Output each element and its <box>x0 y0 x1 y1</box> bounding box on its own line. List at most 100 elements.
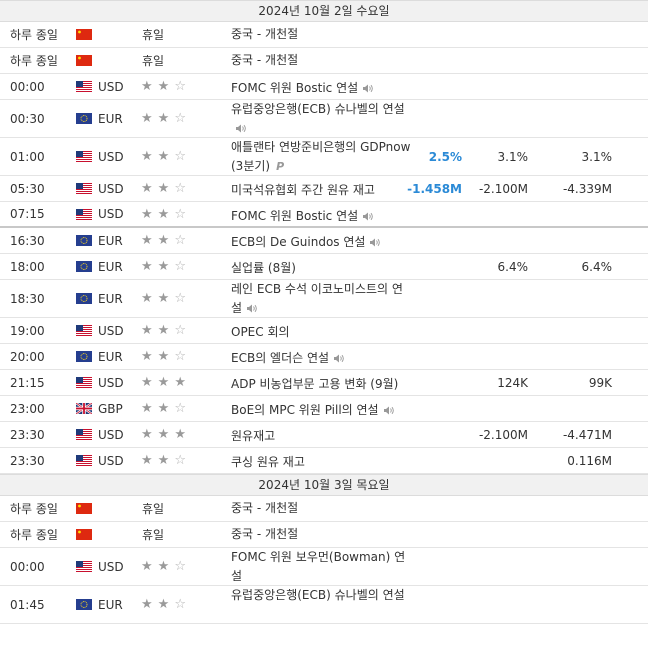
eu-flag-icon <box>76 254 94 279</box>
event-name[interactable]: 중국 - 개천절 <box>231 48 411 73</box>
us-flag-icon <box>76 318 94 343</box>
importance-stars: ★ ★ ☆ <box>141 176 211 201</box>
event-title[interactable]: 미국석유협회 주간 원유 재고 <box>231 183 375 197</box>
event-title[interactable]: BoE의 MPC 위원 Pill의 연설 <box>231 403 394 417</box>
event-title[interactable]: ECB의 엘더슨 연설 <box>231 351 344 365</box>
event-row[interactable]: 18:00 EUR ★ ★ ☆ 실업률 (8월) 6.4% 6.4% <box>0 254 648 280</box>
star-filled-icon: ★ <box>141 111 153 126</box>
star-filled-icon: ★ <box>157 181 170 196</box>
event-name[interactable]: ADP 비농업부문 고용 변화 (9월) <box>231 370 411 395</box>
holiday-label: 휴일 <box>142 528 165 542</box>
event-row[interactable]: 00:00 USD ★ ★ ☆ FOMC 위원 Bostic 연설 <box>0 74 648 100</box>
event-row[interactable]: 23:30 USD ★ ★ ★ 원유재고 -2.100M -4.471M <box>0 422 648 448</box>
event-row[interactable]: 16:30 EUR ★ ★ ☆ ECB의 De Guindos 연설 <box>0 228 648 254</box>
actual-value: -1.458M <box>407 181 462 196</box>
holiday-row[interactable]: 하루 종일 휴일 중국 - 개천절 <box>0 48 648 74</box>
event-name[interactable]: ECB의 De Guindos 연설 <box>231 228 411 253</box>
event-row[interactable]: 20:00 EUR ★ ★ ☆ ECB의 엘더슨 연설 <box>0 344 648 370</box>
event-title[interactable]: 쿠싱 원유 재고 <box>231 455 305 469</box>
holiday-row[interactable]: 하루 종일 휴일 중국 - 개천절 <box>0 22 648 48</box>
holiday-row[interactable]: 하루 종일 휴일 중국 - 개천절 <box>0 496 648 522</box>
forecast-value: -2.100M <box>478 181 528 196</box>
importance-stars: ★ ★ ☆ <box>141 448 211 473</box>
holiday-row[interactable]: 하루 종일 휴일 중국 - 개천절 <box>0 522 648 548</box>
event-row[interactable]: 07:15 USD ★ ★ ☆ FOMC 위원 Bostic 연설 <box>0 202 648 228</box>
previous-value <box>540 74 612 99</box>
event-time: 00:30 <box>10 111 45 126</box>
event-name[interactable]: 미국석유협회 주간 원유 재고 <box>231 176 411 201</box>
event-title[interactable]: 유럽중앙은행(ECB) 슈나벨의 연설 <box>231 102 405 135</box>
importance-stars: ★ ★ ☆ <box>141 586 211 623</box>
event-name[interactable]: ECB의 엘더슨 연설 <box>231 344 411 369</box>
forecast-value: 124K <box>497 375 528 390</box>
event-name[interactable]: 실업률 (8월) <box>231 254 411 279</box>
previous-value: 0.116M <box>567 453 612 468</box>
event-name[interactable]: 중국 - 개천절 <box>231 522 411 547</box>
event-row[interactable]: 01:00 USD ★ ★ ☆ 애틀랜타 연방준비은행의 GDPnow (3분기) P 2.5… <box>0 138 648 176</box>
star-filled-icon: ★ <box>157 149 170 164</box>
event-name[interactable]: 유럽중앙은행(ECB) 슈나벨의 연설 <box>231 586 411 623</box>
event-row[interactable]: 23:30 USD ★ ★ ☆ 쿠싱 원유 재고 0.116M <box>0 448 648 474</box>
star-filled-icon: ★ <box>141 259 153 274</box>
importance-stars: ★ ★ ☆ <box>141 548 211 585</box>
star-empty-icon: ☆ <box>174 453 186 468</box>
star-filled-icon: ★ <box>141 149 153 164</box>
event-name[interactable]: FOMC 위원 Bostic 연설 <box>231 74 411 99</box>
event-row[interactable]: 21:15 USD ★ ★ ★ ADP 비농업부문 고용 변화 (9월) 124K 99K <box>0 370 648 396</box>
event-name[interactable]: FOMC 위원 Bostic 연설 <box>231 202 411 226</box>
event-row[interactable]: 18:30 EUR ★ ★ ☆ 레인 ECB 수석 이코노미스트의 연설 <box>0 280 648 318</box>
event-title[interactable]: 애틀랜타 연방준비은행의 GDPnow (3분기) P <box>231 140 410 173</box>
forecast-value: 3.1% <box>497 149 529 164</box>
event-name[interactable]: 유럽중앙은행(ECB) 슈나벨의 연설 <box>231 100 411 137</box>
eu-flag-icon <box>76 344 94 369</box>
event-row[interactable]: 01:45 EUR ★ ★ ☆ 유럽중앙은행(ECB) 슈나벨의 연설 <box>0 586 648 624</box>
event-row[interactable]: 00:00 USD ★ ★ ☆ FOMC 위원 보우먼(Bowman) 연설 <box>0 548 648 586</box>
event-name[interactable]: 중국 - 개천절 <box>231 22 411 47</box>
us-flag-icon <box>76 138 94 175</box>
actual-value <box>400 448 462 473</box>
actual-value <box>400 318 462 343</box>
event-name[interactable]: FOMC 위원 보우먼(Bowman) 연설 <box>231 548 411 585</box>
event-row[interactable]: 00:30 EUR ★ ★ ☆ 유럽중앙은행(ECB) 슈나벨의 연설 <box>0 100 648 138</box>
event-row[interactable]: 23:00 GBP ★ ★ ☆ BoE의 MPC 위원 Pill의 연설 <box>0 396 648 422</box>
forecast-value <box>470 448 528 473</box>
event-name[interactable]: 쿠싱 원유 재고 <box>231 448 411 473</box>
event-title[interactable]: ADP 비농업부문 고용 변화 (9월) <box>231 377 398 391</box>
event-title[interactable]: ECB의 De Guindos 연설 <box>231 235 381 249</box>
event-time: 00:00 <box>10 559 45 574</box>
event-title[interactable]: 실업률 (8월) <box>231 261 296 275</box>
forecast-value <box>470 280 528 317</box>
event-title[interactable]: 원유재고 <box>231 429 275 443</box>
forecast-value <box>470 228 528 253</box>
currency-label: EUR <box>98 291 123 306</box>
event-name[interactable]: 애틀랜타 연방준비은행의 GDPnow (3분기) P <box>231 138 411 175</box>
actual-value: 2.5% <box>428 149 462 164</box>
eu-flag-icon <box>76 280 94 317</box>
holiday-label: 휴일 <box>142 54 165 68</box>
event-time: 23:00 <box>10 401 45 416</box>
event-time: 20:00 <box>10 349 45 364</box>
speaker-icon <box>236 124 246 133</box>
event-title[interactable]: FOMC 위원 Bostic 연설 <box>231 209 373 223</box>
event-name[interactable]: 중국 - 개천절 <box>231 496 411 521</box>
event-name[interactable]: 원유재고 <box>231 422 411 447</box>
event-row[interactable]: 05:30 USD ★ ★ ☆ 미국석유협회 주간 원유 재고 -1.458M -2.100M… <box>0 176 648 202</box>
event-row[interactable]: 19:00 USD ★ ★ ☆ OPEC 회의 <box>0 318 648 344</box>
event-name[interactable]: OPEC 회의 <box>231 318 411 343</box>
event-title[interactable]: FOMC 위원 보우먼(Bowman) 연설 <box>231 550 405 583</box>
event-title[interactable]: FOMC 위원 Bostic 연설 <box>231 81 373 95</box>
day-header: 2024년 10월 3일 목요일 <box>0 474 648 496</box>
event-time: 하루 종일 <box>10 28 58 42</box>
currency-label: USD <box>98 453 124 468</box>
event-time: 18:00 <box>10 259 45 274</box>
event-name[interactable]: BoE의 MPC 위원 Pill의 연설 <box>231 396 411 421</box>
importance-stars: ★ ★ ☆ <box>141 138 211 175</box>
event-title[interactable]: 유럽중앙은행(ECB) 슈나벨의 연설 <box>231 588 405 602</box>
event-title[interactable]: OPEC 회의 <box>231 325 290 339</box>
currency-label: USD <box>98 79 124 94</box>
event-title[interactable]: 레인 ECB 수석 이코노미스트의 연설 <box>231 282 403 315</box>
event-name[interactable]: 레인 ECB 수석 이코노미스트의 연설 <box>231 280 411 317</box>
currency-label: EUR <box>98 259 123 274</box>
actual-value <box>400 280 462 317</box>
star-filled-icon: ★ <box>141 375 153 390</box>
